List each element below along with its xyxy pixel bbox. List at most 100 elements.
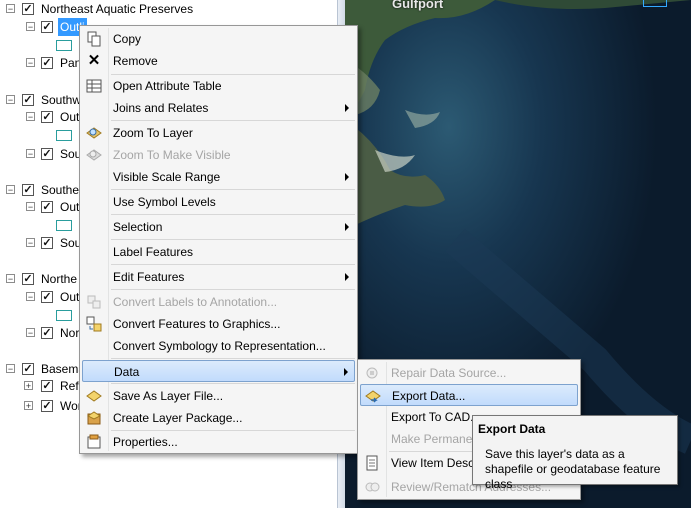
tooltip-body: Save this layer's data as a shapefile or…: [485, 447, 661, 491]
menu-item-repair-data-source[interactable]: Repair Data Source...: [360, 362, 578, 384]
menu-item-save-as-layer-file[interactable]: Save As Layer File...: [82, 385, 355, 407]
layer-context-menu: Copy ✕ Remove Open Attribute Table Joins…: [79, 25, 358, 454]
collapse-toggle[interactable]: −: [6, 185, 15, 195]
collapse-toggle[interactable]: −: [26, 112, 35, 122]
visibility-checkbox[interactable]: ✓: [41, 57, 53, 69]
properties-icon: [86, 434, 102, 450]
collapse-toggle[interactable]: −: [6, 4, 15, 14]
menu-item-label: Open Attribute Table: [113, 79, 222, 93]
menu-item-label: Visible Scale Range: [113, 170, 221, 184]
item-description-icon: [364, 455, 380, 471]
collapse-toggle[interactable]: −: [6, 274, 15, 284]
menu-separator: [111, 239, 355, 240]
menu-item-label: Zoom To Layer: [113, 126, 193, 140]
layer-label[interactable]: Out: [60, 198, 79, 216]
menu-separator: [111, 358, 355, 359]
group-label[interactable]: Southe: [41, 181, 79, 199]
collapse-toggle[interactable]: −: [26, 202, 35, 212]
menu-item-selection[interactable]: Selection: [82, 216, 355, 238]
expand-toggle[interactable]: +: [24, 381, 33, 391]
menu-item-label: Data: [114, 365, 140, 379]
polygon-symbol: [56, 220, 72, 231]
visibility-checkbox[interactable]: ✓: [41, 400, 53, 412]
remove-icon: ✕: [87, 52, 101, 69]
submenu-arrow-icon: [345, 104, 349, 112]
menu-item-label: Copy: [113, 32, 142, 46]
export-data-tooltip: Export Data Save this layer's data as a …: [472, 415, 678, 491]
visibility-checkbox[interactable]: ✓: [41, 237, 53, 249]
layer-label[interactable]: Out: [60, 108, 79, 126]
menu-item-label: Use Symbol Levels: [113, 195, 216, 209]
menu-separator: [111, 289, 355, 290]
collapse-toggle[interactable]: −: [26, 22, 35, 32]
menu-item-properties[interactable]: Properties...: [82, 431, 355, 453]
visibility-checkbox[interactable]: ✓: [41, 21, 53, 33]
group-label[interactable]: Southw: [41, 91, 81, 109]
submenu-arrow-icon: [344, 368, 348, 376]
menu-item-zoom-to-layer[interactable]: Zoom To Layer: [82, 122, 355, 144]
visibility-checkbox[interactable]: ✓: [41, 201, 53, 213]
submenu-arrow-icon: [345, 223, 349, 231]
menu-item-remove[interactable]: ✕ Remove: [82, 50, 355, 72]
visibility-checkbox[interactable]: ✓: [41, 291, 53, 303]
toc-group-row[interactable]: − ✓ Northeast Aquatic Preserves: [0, 0, 337, 18]
submenu-arrow-icon: [345, 273, 349, 281]
collapse-toggle[interactable]: −: [26, 149, 35, 159]
menu-item-convert-symbology[interactable]: Convert Symbology to Representation...: [82, 335, 355, 357]
menu-item-label: Properties...: [113, 435, 178, 449]
menu-item-create-layer-package[interactable]: Create Layer Package...: [82, 407, 355, 429]
expand-toggle[interactable]: +: [24, 401, 33, 411]
menu-item-label: Selection: [113, 220, 163, 234]
visibility-checkbox[interactable]: ✓: [22, 94, 34, 106]
map-place-label: Gulfport: [392, 0, 444, 11]
collapse-toggle[interactable]: −: [6, 364, 15, 374]
menu-item-label: Export To CAD...: [391, 410, 481, 424]
menu-item-label: Export Data...: [392, 389, 466, 403]
repair-data-icon: [364, 365, 380, 381]
menu-item-open-attribute-table[interactable]: Open Attribute Table: [82, 75, 355, 97]
menu-item-label: Label Features: [113, 245, 194, 259]
menu-item-label: Create Layer Package...: [113, 411, 243, 425]
menu-item-label: Edit Features: [113, 270, 185, 284]
menu-item-convert-labels[interactable]: Convert Labels to Annotation...: [82, 291, 355, 313]
menu-item-data[interactable]: Data: [82, 360, 355, 382]
visibility-checkbox[interactable]: ✓: [41, 148, 53, 160]
submenu-arrow-icon: [345, 173, 349, 181]
visibility-checkbox[interactable]: ✓: [22, 363, 34, 375]
group-label[interactable]: Northeast Aquatic Preserves: [41, 0, 193, 18]
polygon-symbol: [56, 130, 72, 141]
visibility-checkbox[interactable]: ✓: [22, 184, 34, 196]
menu-item-zoom-to-make-visible[interactable]: Zoom To Make Visible: [82, 144, 355, 166]
rematch-addresses-icon: [364, 479, 380, 495]
export-data-icon: [365, 388, 381, 404]
menu-item-convert-features-to-graphics[interactable]: Convert Features to Graphics...: [82, 313, 355, 335]
menu-separator: [111, 264, 355, 265]
layer-label[interactable]: Nor: [60, 324, 79, 342]
collapse-toggle[interactable]: −: [26, 328, 35, 338]
menu-item-label: Convert Symbology to Representation...: [113, 339, 326, 353]
visibility-checkbox[interactable]: ✓: [41, 111, 53, 123]
collapse-toggle[interactable]: −: [26, 58, 35, 68]
collapse-toggle[interactable]: −: [26, 292, 35, 302]
menu-item-label: Convert Features to Graphics...: [113, 317, 281, 331]
collapse-toggle[interactable]: −: [6, 95, 15, 105]
tooltip-title: Export Data: [478, 422, 546, 436]
menu-item-edit-features[interactable]: Edit Features: [82, 266, 355, 288]
menu-separator: [111, 120, 355, 121]
menu-item-label: View Item Desc: [391, 456, 475, 470]
menu-item-export-data[interactable]: Export Data...: [360, 384, 578, 406]
visibility-checkbox[interactable]: ✓: [22, 3, 34, 15]
menu-item-use-symbol-levels[interactable]: Use Symbol Levels: [82, 191, 355, 213]
menu-item-joins-and-relates[interactable]: Joins and Relates: [82, 97, 355, 119]
menu-item-label-features[interactable]: Label Features: [82, 241, 355, 263]
visibility-checkbox[interactable]: ✓: [41, 327, 53, 339]
visibility-checkbox[interactable]: ✓: [22, 273, 34, 285]
menu-item-copy[interactable]: Copy: [82, 28, 355, 50]
map-corner-icon: [643, 0, 667, 7]
menu-item-label: Make Permane: [391, 432, 473, 446]
menu-item-visible-scale-range[interactable]: Visible Scale Range: [82, 166, 355, 188]
layer-label[interactable]: Out: [60, 288, 79, 306]
group-label[interactable]: Northe: [41, 270, 77, 288]
collapse-toggle[interactable]: −: [26, 238, 35, 248]
visibility-checkbox[interactable]: ✓: [41, 380, 53, 392]
